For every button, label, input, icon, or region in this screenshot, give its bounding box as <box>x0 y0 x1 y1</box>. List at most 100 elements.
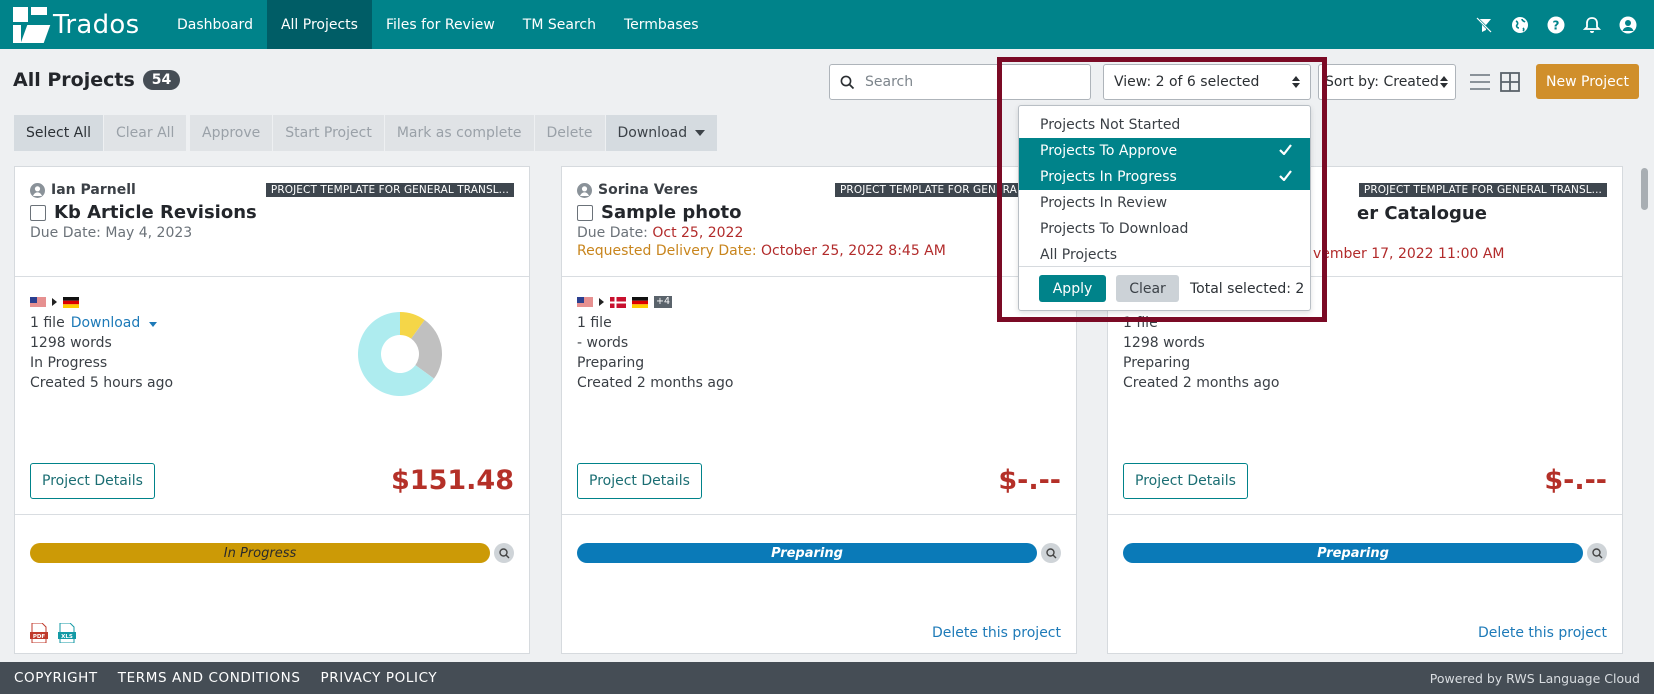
option-label: Projects To Download <box>1040 221 1189 237</box>
top-navigation: Trados Dashboard All Projects Files for … <box>0 0 1654 49</box>
copyright-link[interactable]: COPYRIGHT <box>14 670 98 686</box>
danish-flag-icon <box>610 296 626 308</box>
page-title-text: All Projects <box>13 69 135 91</box>
select-all-button[interactable]: Select All <box>14 115 104 151</box>
word-count: - words <box>577 335 629 351</box>
scrollbar-thumb[interactable] <box>1641 168 1648 210</box>
trados-logo[interactable]: Trados <box>0 0 163 49</box>
user-icon <box>30 182 45 198</box>
check-icon <box>1279 144 1292 155</box>
project-details-button[interactable]: Project Details <box>577 463 702 499</box>
option-all-projects[interactable]: All Projects <box>1019 242 1310 268</box>
sort-select[interactable]: Sort by: Created <box>1318 64 1456 100</box>
status-bar: Preparing <box>577 543 1037 563</box>
user-icon <box>577 182 592 198</box>
clear-button[interactable]: Clear <box>1116 275 1179 302</box>
due-date: Due Date: May 4, 2023 <box>30 225 514 241</box>
start-project-button[interactable]: Start Project <box>273 115 385 151</box>
option-label: All Projects <box>1040 247 1117 263</box>
list-view-icon[interactable] <box>1470 72 1490 92</box>
nav-tm-search[interactable]: TM Search <box>509 0 610 49</box>
search-field[interactable] <box>829 64 1091 100</box>
new-project-button[interactable]: New Project <box>1536 64 1639 99</box>
download-link-label: Download <box>70 315 141 331</box>
file-count: 1 file <box>577 315 612 331</box>
xls-file-icon: XLS <box>58 623 76 643</box>
magnifier-icon[interactable] <box>494 543 514 563</box>
language-pair <box>30 295 514 309</box>
filter-off-icon[interactable] <box>1474 15 1494 35</box>
svg-text:XLS: XLS <box>61 634 73 640</box>
nav-dashboard[interactable]: Dashboard <box>163 0 267 49</box>
template-badge: PROJECT TEMPLATE FOR GENERAL TR <box>835 183 1046 197</box>
apply-button[interactable]: Apply <box>1039 275 1106 302</box>
status-bar: In Progress <box>30 543 490 563</box>
check-icon <box>1279 170 1292 181</box>
option-label: Projects To Approve <box>1040 143 1178 159</box>
nav-files-for-review[interactable]: Files for Review <box>372 0 509 49</box>
logo-text: Trados <box>53 9 140 40</box>
option-projects-not-started[interactable]: Projects Not Started <box>1019 112 1310 138</box>
language-pair: +4 <box>577 295 1061 309</box>
created-time: Created 2 months ago <box>1123 375 1280 391</box>
mark-complete-button[interactable]: Mark as complete <box>384 115 535 151</box>
sort-caret-icon <box>1440 76 1448 88</box>
project-checkbox[interactable] <box>30 204 46 221</box>
approve-button[interactable]: Approve <box>190 115 274 151</box>
project-card: Ian Parnell PROJECT TEMPLATE FOR GENERAL… <box>14 166 530 654</box>
delete-project-link[interactable]: Delete this project <box>932 625 1061 641</box>
project-details-button[interactable]: Project Details <box>1123 463 1248 499</box>
user-icon[interactable] <box>1618 15 1638 35</box>
project-status: Preparing <box>1123 355 1191 371</box>
download-link[interactable]: Download <box>71 315 157 331</box>
german-flag-icon <box>63 296 79 308</box>
globe-icon[interactable] <box>1510 15 1530 35</box>
sort-caret-icon <box>1292 76 1300 88</box>
template-badge: PROJECT TEMPLATE FOR GENERAL TRANSL... <box>1358 183 1607 197</box>
download-button[interactable]: Download <box>605 115 719 151</box>
grid-view-icon[interactable] <box>1500 72 1520 92</box>
option-projects-in-review[interactable]: Projects In Review <box>1019 190 1310 216</box>
option-projects-to-approve[interactable]: Projects To Approve <box>1019 138 1310 164</box>
clear-all-button[interactable]: Clear All <box>104 115 188 151</box>
privacy-link[interactable]: PRIVACY POLICY <box>321 670 438 686</box>
selection-toolbar: Select All Clear All <box>14 115 188 151</box>
project-status: Preparing <box>577 355 645 371</box>
magnifier-icon[interactable] <box>1041 543 1061 563</box>
project-title[interactable]: er Catalogue <box>1357 203 1487 224</box>
delete-button[interactable]: Delete <box>534 115 606 151</box>
progress-donut-chart <box>358 312 442 396</box>
nav-termbases[interactable]: Termbases <box>610 0 713 49</box>
powered-by: Powered by RWS Language Cloud <box>1429 671 1640 686</box>
owner-name: Sorina Veres <box>598 182 698 198</box>
search-input[interactable] <box>865 74 1075 90</box>
option-label: Projects In Progress <box>1040 169 1177 185</box>
view-filter-select[interactable]: View: 2 of 6 selected <box>1103 64 1311 100</box>
option-projects-in-progress[interactable]: Projects In Progress <box>1019 164 1310 190</box>
project-price: $151.48 <box>391 465 514 496</box>
caret-down-icon <box>148 322 157 327</box>
due-date: Due Date: Oct 25, 2022 <box>577 225 1061 241</box>
project-title[interactable]: Sample photo <box>601 202 741 223</box>
file-count: 1 file <box>1123 315 1158 331</box>
terms-link[interactable]: TERMS AND CONDITIONS <box>118 670 301 686</box>
project-checkbox[interactable] <box>577 204 593 221</box>
due-date-value: May 4, 2023 <box>105 225 193 241</box>
arrow-right-icon <box>599 298 604 306</box>
nav-all-projects[interactable]: All Projects <box>266 0 372 49</box>
magnifier-icon[interactable] <box>1587 543 1607 563</box>
option-label: Projects In Review <box>1040 195 1168 211</box>
action-toolbar: Approve Start Project Mark as complete D… <box>190 115 719 151</box>
option-projects-to-download[interactable]: Projects To Download <box>1019 216 1310 242</box>
delete-project-link[interactable]: Delete this project <box>1478 625 1607 641</box>
help-icon[interactable]: ? <box>1546 15 1566 35</box>
due-date-label: Due Date: <box>577 225 653 241</box>
project-card: Sorina Veres PROJECT TEMPLATE FOR GENERA… <box>561 166 1077 654</box>
bell-icon[interactable] <box>1582 15 1602 35</box>
project-details-button[interactable]: Project Details <box>30 463 155 499</box>
svg-text:PDF: PDF <box>33 634 46 640</box>
project-title[interactable]: Kb Article Revisions <box>54 202 257 223</box>
created-time: Created 2 months ago <box>577 375 734 391</box>
word-count: 1298 words <box>1123 335 1205 351</box>
file-count: 1 file <box>30 315 65 331</box>
